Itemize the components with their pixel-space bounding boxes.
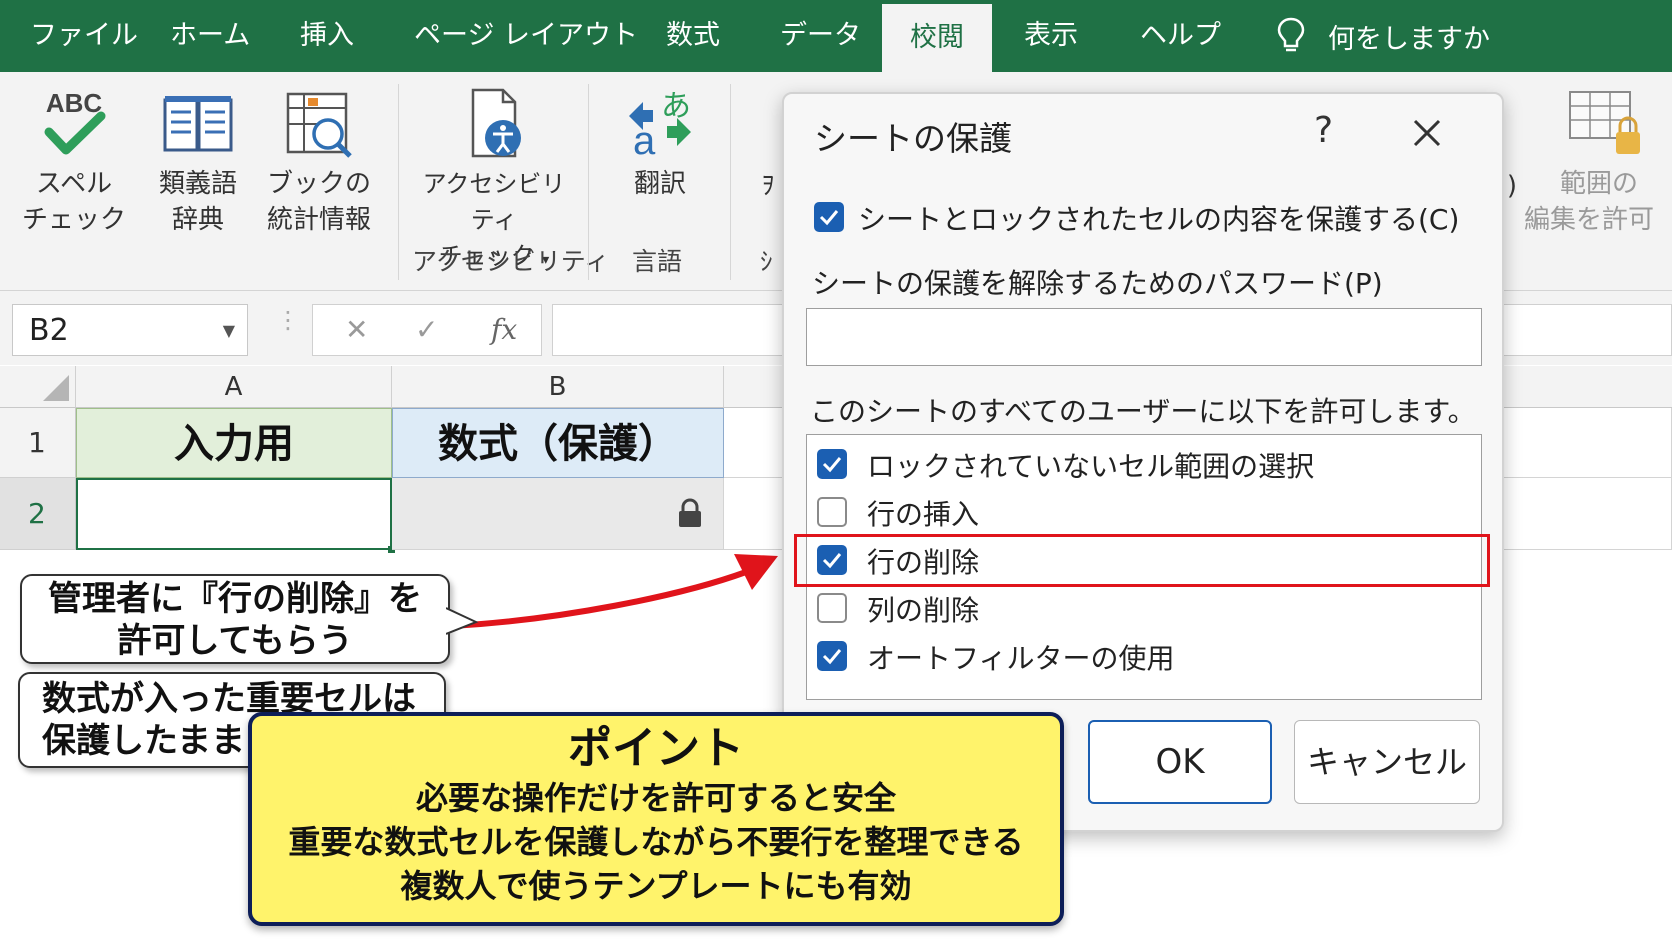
translate-button[interactable]: a あ 翻訳 [618, 86, 702, 202]
row-header-2[interactable]: 2 [0, 478, 76, 550]
group-label-language: 言語 [632, 247, 683, 276]
statistics-label-2: 統計情報 [266, 205, 371, 235]
tab-page-layout[interactable]: ページ レイアウト [414, 0, 638, 72]
column-header-b[interactable]: B [392, 366, 724, 408]
select-all-icon [43, 375, 69, 401]
lightbulb-icon [1277, 17, 1305, 52]
option-delete-columns-label: 列の削除 [867, 594, 980, 627]
cut-off-ribbon-text: ｦ [761, 171, 775, 201]
tab-insert[interactable]: 挿入 [300, 0, 354, 72]
protect-sheet-label: シートとロックされたセルの内容を保護する(C) [858, 203, 1460, 236]
cancel-icon[interactable]: ✕ [345, 305, 368, 355]
highlight-delete-rows [794, 534, 1490, 587]
tab-help[interactable]: ヘルプ [1140, 0, 1221, 72]
spell-check-icon: ABC [44, 88, 106, 155]
name-box[interactable]: B2 ▼ [12, 304, 248, 356]
option-autofilter-label: オートフィルターの使用 [867, 642, 1175, 675]
check-icon [822, 649, 842, 665]
ribbon-tab-bar: ファイル ホーム 挿入 ページ レイアウト 数式 データ 校閲 表示 ヘルプ 何… [0, 0, 1672, 72]
ok-button[interactable]: OK [1088, 720, 1272, 804]
option-autofilter-checkbox[interactable] [817, 641, 847, 671]
accessibility-icon [471, 88, 521, 158]
cell-b2-locked[interactable] [392, 478, 724, 550]
protect-sheet-checkbox[interactable] [814, 202, 844, 232]
tab-home[interactable]: ホーム [170, 0, 250, 72]
close-icon[interactable] [1410, 116, 1444, 150]
option-select-unlocked-label: ロックされていないセル範囲の選択 [867, 450, 1315, 483]
tab-view[interactable]: 表示 [1024, 0, 1078, 72]
cut-off-ribbon-text: ) [1506, 171, 1518, 201]
password-label: シートの保護を解除するためのパスワード(P) [812, 267, 1383, 300]
thesaurus-button[interactable]: 類義語 辞典 [148, 86, 248, 238]
spelling-label-2: チェック [22, 205, 127, 235]
insert-function-icon[interactable]: fx [491, 305, 517, 355]
cancel-button[interactable]: キャンセル [1294, 720, 1480, 804]
allow-edit-label-2: 編集を許可 [1524, 205, 1655, 235]
locked-range-icon [1569, 91, 1640, 154]
thesaurus-label-2: 辞典 [171, 205, 224, 235]
callout-line: 管理者に『行の削除』を [48, 579, 422, 619]
name-box-value: B2 [29, 313, 69, 348]
cell-b1[interactable]: 数式（保護） [392, 408, 724, 478]
callout-ask-admin: 管理者に『行の削除』を 許可してもらう [20, 574, 450, 664]
statistics-label-1: ブックの [266, 169, 371, 199]
tab-data[interactable]: データ [780, 0, 861, 72]
ribbon-separator [588, 84, 589, 280]
point-summary-box: ポイント 必要な操作だけを許可すると安全 重要な数式セルを保護しながら不要行を整… [248, 712, 1064, 926]
group-label-accessibility: アクセシビリティ [412, 247, 610, 276]
thesaurus-label-1: 類義語 [158, 169, 237, 199]
ribbon-separator [398, 84, 399, 280]
ribbon-separator [730, 84, 731, 280]
allow-users-label: このシートのすべてのユーザーに以下を許可します。 [810, 395, 1476, 428]
lock-icon [679, 498, 701, 527]
spelling-button[interactable]: ABC スペル チェック [22, 86, 126, 238]
check-icon [819, 210, 839, 226]
point-line: 複数人で使うテンプレートにも有効 [400, 867, 912, 905]
translate-icon: a あ [629, 89, 691, 160]
accessibility-label-1: アクセシビリティ [422, 170, 566, 234]
tell-me-search[interactable]: 何をしますか [1276, 0, 1490, 72]
allow-edit-label-1: 範囲の [1560, 169, 1639, 199]
option-delete-columns-checkbox[interactable] [817, 593, 847, 623]
option-select-unlocked-checkbox[interactable] [817, 449, 847, 479]
translate-label: 翻訳 [633, 169, 686, 199]
svg-text:あ: あ [661, 89, 691, 124]
more-options-icon[interactable]: ⋮ [276, 308, 300, 332]
cell-a2-selected[interactable] [76, 478, 392, 550]
cut-off-group-label: ｼ [760, 247, 773, 276]
chevron-down-icon[interactable]: ▼ [223, 305, 235, 357]
callout-line: 許可してもらう [117, 621, 353, 661]
enter-icon[interactable]: ✓ [415, 305, 438, 355]
allow-edit-ranges-button[interactable]: 範囲の 編集を許可 [1524, 86, 1672, 238]
check-icon [822, 457, 842, 473]
help-button[interactable]: ? [1314, 110, 1333, 151]
formula-buttons: ✕ ✓ fx [312, 304, 542, 356]
workbook-statistics-button[interactable]: ブックの 統計情報 [256, 86, 382, 238]
column-header-a[interactable]: A [76, 366, 392, 408]
option-insert-rows-checkbox[interactable] [817, 497, 847, 527]
dialog-title: シートの保護 [814, 119, 1012, 158]
password-input[interactable] [806, 308, 1482, 366]
select-all-corner[interactable] [0, 366, 76, 408]
spelling-label-1: スペル [35, 169, 113, 199]
point-title: ポイント [568, 723, 744, 774]
svg-text:a: a [633, 119, 656, 160]
point-line: 重要な数式セルを保護しながら不要行を整理できる [288, 823, 1024, 861]
svg-text:ABC: ABC [46, 88, 103, 118]
book-icon [163, 96, 233, 152]
point-line: 必要な操作だけを許可すると安全 [415, 779, 896, 817]
cell-a1[interactable]: 入力用 [76, 408, 392, 478]
tab-review[interactable]: 校閲 [882, 4, 992, 72]
tab-formulas[interactable]: 数式 [666, 0, 720, 72]
tab-file[interactable]: ファイル [30, 0, 138, 72]
option-insert-rows-label: 行の挿入 [867, 498, 980, 531]
tell-me-label: 何をしますか [1328, 23, 1490, 55]
callout-tail [446, 607, 479, 635]
row-header-1[interactable]: 1 [0, 408, 76, 478]
statistics-icon [286, 92, 352, 158]
